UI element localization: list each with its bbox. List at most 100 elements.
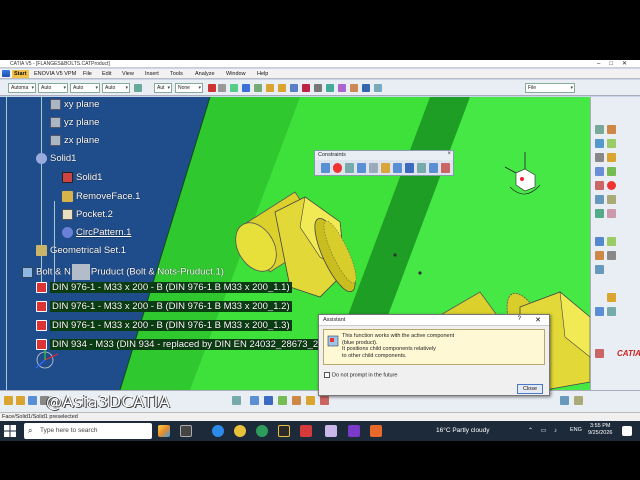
fix-together-icon[interactable]	[381, 163, 390, 173]
close-window-button[interactable]: ✕	[622, 61, 636, 67]
combo-1[interactable]: Automa	[8, 83, 36, 93]
combo-5[interactable]: Aut	[154, 83, 172, 93]
stop-icon[interactable]	[607, 181, 616, 190]
flexible-icon[interactable]	[405, 163, 414, 173]
tool-icon[interactable]	[595, 139, 604, 148]
rotate-icon[interactable]	[254, 84, 262, 92]
tree-item-removeface[interactable]: RemoveFace.1	[62, 191, 140, 202]
tree-item-din934[interactable]: DIN 934 - M33 (DIN 934 - replaced by DIN…	[36, 339, 331, 351]
menu-window[interactable]: Window	[226, 71, 246, 77]
tree-item-solid1-body[interactable]: Solid1	[36, 153, 76, 164]
fix-icon[interactable]	[369, 163, 378, 173]
clock[interactable]: 3:55 PM 9/25/2026	[588, 423, 612, 437]
tool-icon[interactable]	[292, 396, 301, 405]
constraints-close-button[interactable]: ×	[447, 151, 451, 157]
save-icon[interactable]	[28, 396, 37, 405]
combo-6[interactable]: None	[175, 83, 203, 93]
tree-item-pocket[interactable]: Pocket.2	[62, 209, 113, 220]
menu-help[interactable]: Help	[257, 71, 268, 77]
app-icon[interactable]	[278, 425, 290, 437]
combo-3[interactable]: Auto	[70, 83, 100, 93]
notification-icon[interactable]	[622, 426, 632, 436]
file-combo[interactable]: File	[525, 83, 575, 93]
chrome-icon[interactable]	[234, 425, 246, 437]
minimize-button[interactable]: –	[597, 61, 609, 67]
app-icon[interactable]	[256, 425, 268, 437]
view-mode-icon[interactable]	[374, 84, 382, 92]
tool-icon[interactable]	[595, 181, 604, 190]
menu-enovia[interactable]: ENOVIA V5 VPM	[34, 71, 76, 77]
menu-analyze[interactable]: Analyze	[195, 71, 215, 77]
tool-icon[interactable]	[595, 265, 604, 274]
tool-icon[interactable]	[250, 396, 259, 405]
checkbox-box[interactable]	[324, 372, 330, 378]
tool-icon[interactable]	[607, 237, 616, 246]
edge-icon[interactable]	[212, 425, 224, 437]
tool-icon[interactable]	[320, 396, 329, 405]
language-indicator[interactable]: ENG	[570, 427, 582, 433]
window-controls[interactable]: –□✕	[597, 60, 636, 67]
combo-2[interactable]: Auto	[38, 83, 68, 93]
snap-icon[interactable]	[134, 84, 142, 92]
tool-icon[interactable]	[595, 307, 604, 316]
menu-tools[interactable]: Tools	[170, 71, 183, 77]
do-not-prompt-checkbox[interactable]: Do not prompt in the future	[324, 372, 397, 378]
tree-item-geoset[interactable]: Geometrical Set.1	[36, 245, 126, 256]
tool-icon[interactable]	[607, 167, 616, 176]
tree-item-solid1[interactable]: Solid1	[62, 172, 102, 183]
tool-icon[interactable]	[607, 209, 616, 218]
maximize-button[interactable]: □	[609, 61, 622, 67]
dialog-close-button[interactable]: Close	[517, 384, 543, 394]
tool-icon[interactable]	[607, 307, 616, 316]
tool-icon[interactable]	[607, 153, 616, 162]
tool-icon[interactable]	[595, 153, 604, 162]
tool-icon[interactable]	[595, 251, 604, 260]
tree-item-xy-plane[interactable]: xy plane	[50, 99, 99, 110]
menu-start[interactable]: Start	[12, 70, 29, 78]
tool-icon[interactable]	[607, 251, 616, 260]
tool-icon[interactable]	[595, 167, 604, 176]
update-icon[interactable]	[441, 163, 450, 173]
tree-item-yz-plane[interactable]: yz plane	[50, 117, 99, 128]
dialog-help-button[interactable]: ?	[518, 316, 521, 322]
tool-icon[interactable]	[574, 396, 583, 405]
tool-icon[interactable]	[595, 237, 604, 246]
tool-icon[interactable]	[306, 396, 315, 405]
tree-item-din976-3[interactable]: DIN 976-1 - M33 x 200 - B (DIN 976-1 B M…	[36, 320, 292, 332]
app-icon[interactable]	[325, 425, 337, 437]
contact-icon[interactable]	[333, 163, 342, 173]
taskbar-search-input[interactable]: ⌕ Type here to search	[24, 423, 152, 439]
swap-icon[interactable]	[326, 84, 334, 92]
menu-insert[interactable]: Insert	[145, 71, 159, 77]
system-tray-icons[interactable]: ⌃ ▭ ♪	[528, 427, 560, 434]
iso-view-icon[interactable]	[350, 84, 358, 92]
change-constraint-icon[interactable]	[417, 163, 426, 173]
tool-icon[interactable]	[607, 195, 616, 204]
constraints-toolbar[interactable]: Constraints ×	[314, 150, 454, 176]
quick-constraint-icon[interactable]	[393, 163, 402, 173]
tree-item-circpattern[interactable]: CircPattern.1	[62, 227, 131, 238]
dialog-close-icon[interactable]: ✕	[535, 316, 541, 324]
render-icon[interactable]	[302, 84, 310, 92]
shading-icon[interactable]	[362, 84, 370, 92]
menu-edit[interactable]: Edit	[102, 71, 111, 77]
zoom-out-icon[interactable]	[278, 84, 286, 92]
tool-icon[interactable]	[595, 125, 604, 134]
widget-icon[interactable]	[158, 425, 170, 437]
tool-icon[interactable]	[595, 349, 604, 358]
app-icon[interactable]	[300, 425, 312, 437]
tool-icon[interactable]	[560, 396, 569, 405]
tool-icon[interactable]	[595, 195, 604, 204]
zoom-in-icon[interactable]	[266, 84, 274, 92]
tool-icon[interactable]	[607, 125, 616, 134]
reuse-pattern-icon[interactable]	[429, 163, 438, 173]
tree-item-bolt-product[interactable]: Bolt & N Pruduct (Bolt & Nots-Pruduct.1)	[22, 264, 224, 280]
tree-item-zx-plane[interactable]: zx plane	[50, 135, 99, 146]
layer-icon[interactable]	[218, 84, 226, 92]
tool-icon[interactable]	[595, 209, 604, 218]
tool-icon[interactable]	[232, 396, 241, 405]
menu-view[interactable]: View	[122, 71, 134, 77]
tree-item-din976-1[interactable]: DIN 976-1 - M33 x 200 - B (DIN 976-1 B M…	[36, 282, 292, 294]
offset-icon[interactable]	[345, 163, 354, 173]
combo-4[interactable]: Auto	[102, 83, 130, 93]
